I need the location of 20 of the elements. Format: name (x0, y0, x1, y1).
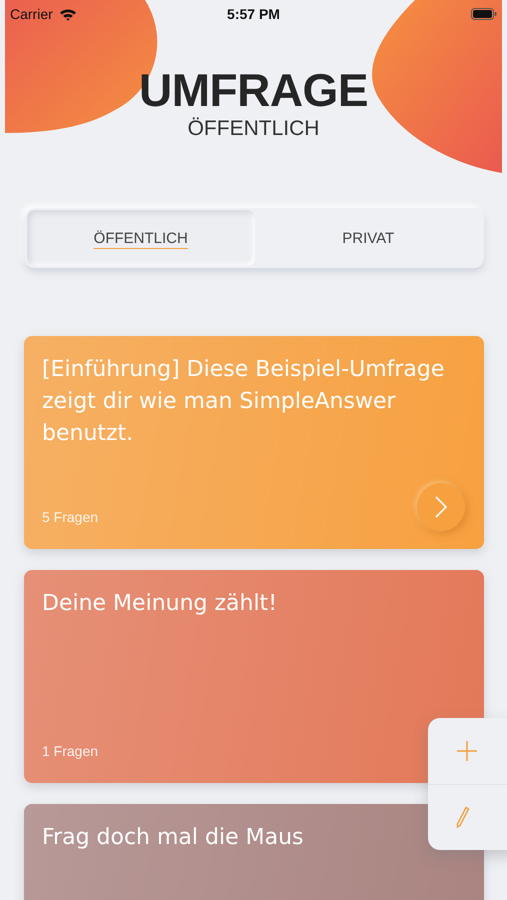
open-button[interactable] (417, 483, 465, 531)
survey-card[interactable]: Deine Meinung zählt! 1 Fragen (24, 570, 484, 783)
status-time: 5:57 PM (227, 6, 280, 22)
survey-title: Deine Meinung zählt! (42, 590, 278, 618)
battery-icon (471, 8, 497, 20)
question-count: 5 Fragen (42, 509, 98, 525)
wifi-icon (58, 8, 77, 20)
survey-title: Frag doch mal die Maus (42, 824, 304, 852)
page-title: UMFRAGE (138, 64, 370, 116)
page-subtitle: ÖFFENTLICH (186, 116, 320, 142)
tab[interactable]: PRIVAT (254, 210, 482, 266)
question-count: 1 Fragen (42, 743, 98, 759)
carrier-label: Carrier (10, 6, 53, 22)
chevron-icon (434, 495, 448, 519)
plus-icon (456, 740, 478, 762)
survey-card[interactable]: [Einführung] Diese Beispiel-Umfrage zeigt dir wie man SimpleAnswer benutzt. 5 Fragen (24, 336, 484, 549)
tab[interactable]: ÖFFENTLICH (27, 210, 254, 266)
survey-card[interactable]: Frag doch mal die Maus (24, 804, 484, 900)
pencil-icon (456, 806, 470, 828)
survey-title: [Einführung] Diese Beispiel-Umfrage zeigt dir wie man SimpleAnswer benutzt. (42, 356, 446, 448)
